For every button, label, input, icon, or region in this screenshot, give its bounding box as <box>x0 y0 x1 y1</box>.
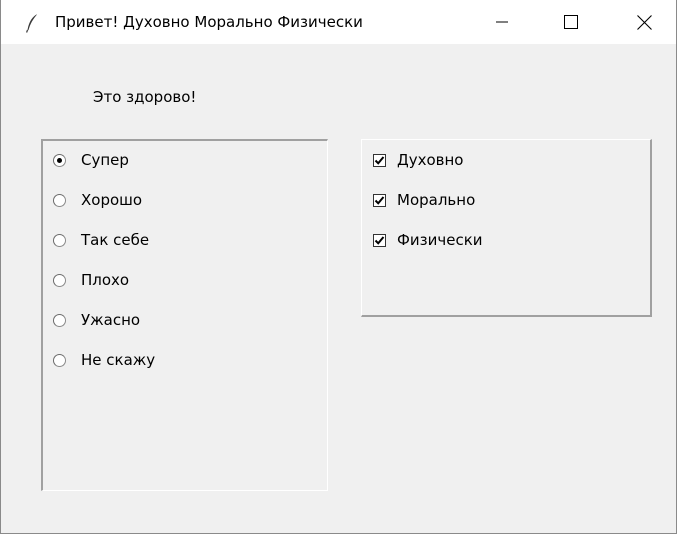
checkmark-icon <box>374 235 385 245</box>
minimize-icon <box>496 16 508 28</box>
radio-label: Плохо <box>81 271 130 289</box>
minimize-button[interactable] <box>474 0 530 44</box>
close-icon <box>636 14 652 30</box>
checkbox-label: Морально <box>397 191 476 209</box>
checkmark-icon <box>374 195 385 205</box>
radio-group-frame: Супер Хорошо Так себе Плохо Ужасно Не ск… <box>41 139 328 491</box>
radio-option-bad[interactable]: Плохо <box>53 268 129 292</box>
title-bar[interactable]: Привет! Духовно Морально Физически <box>1 0 676 44</box>
checkbox-group-frame: Духовно Морально Физически <box>361 139 652 317</box>
radio-option-terrible[interactable]: Ужасно <box>53 308 140 332</box>
checkmark-icon <box>374 155 385 165</box>
radio-label: Супер <box>81 151 129 169</box>
checkbox[interactable] <box>373 193 386 207</box>
radio-option-wont-say[interactable]: Не скажу <box>53 348 155 372</box>
maximize-icon <box>564 15 578 29</box>
maximize-button[interactable] <box>543 0 599 44</box>
checkbox-label: Физически <box>397 231 483 249</box>
checkbox[interactable] <box>373 153 386 167</box>
greeting-label: Это здорово! <box>93 88 197 106</box>
checkbox-label: Духовно <box>397 151 464 169</box>
radio-option-so-so[interactable]: Так себе <box>53 228 149 252</box>
radio-label: Ужасно <box>81 311 141 329</box>
radio-label: Так себе <box>81 231 150 249</box>
checkbox-morally[interactable]: Морально <box>373 188 475 212</box>
feather-icon <box>25 13 39 33</box>
radio-option-super[interactable]: Супер <box>53 148 129 172</box>
radio-button[interactable] <box>53 233 66 247</box>
radio-option-good[interactable]: Хорошо <box>53 188 142 212</box>
window-title: Привет! Духовно Морально Физически <box>55 13 363 31</box>
app-window: Привет! Духовно Морально Физически Это з… <box>0 0 677 534</box>
close-button[interactable] <box>616 0 672 44</box>
radio-button[interactable] <box>53 273 66 287</box>
radio-button[interactable] <box>53 193 66 207</box>
checkbox-spiritually[interactable]: Духовно <box>373 148 463 172</box>
radio-button[interactable] <box>53 153 66 167</box>
checkbox-physically[interactable]: Физически <box>373 228 483 252</box>
client-area: Это здорово! Супер Хорошо Так себе Плохо… <box>1 44 676 533</box>
radio-label: Не скажу <box>81 351 156 369</box>
radio-button[interactable] <box>53 353 66 367</box>
checkbox[interactable] <box>373 233 386 247</box>
radio-label: Хорошо <box>81 191 143 209</box>
radio-button[interactable] <box>53 313 66 327</box>
